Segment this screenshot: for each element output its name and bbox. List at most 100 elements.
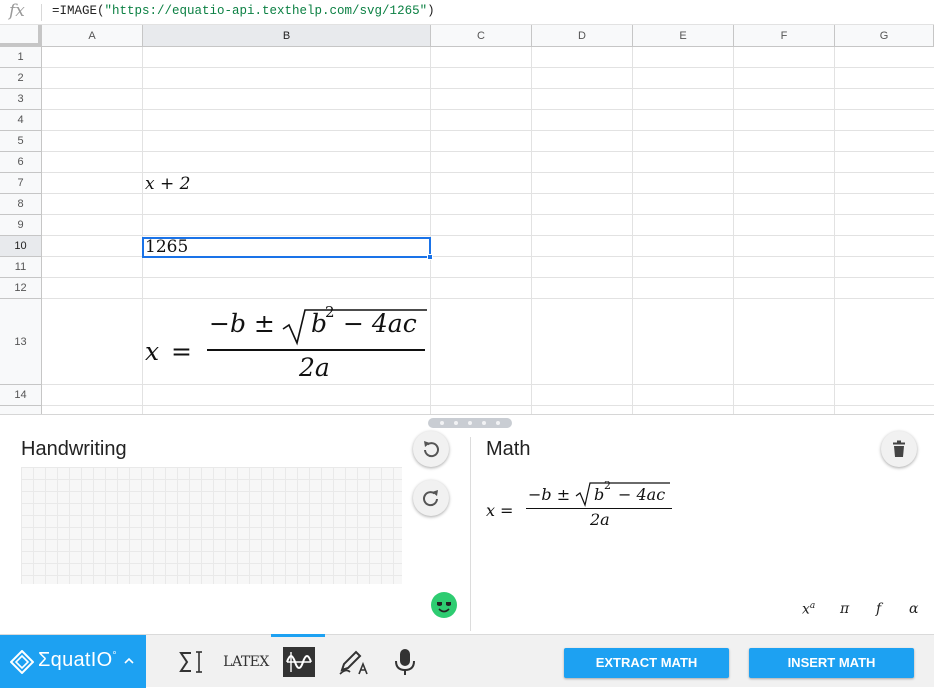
clear-math-button[interactable] [881,431,917,467]
cell-b7[interactable]: x + 2 [145,174,190,194]
equatio-editor-panel: Handwriting Math x = −b ± b 2 − 4ac 2a x… [0,414,934,634]
undo-icon [424,441,439,458]
preview-equals: = [500,501,514,520]
superscript-symbols-label: x [802,601,810,618]
extract-math-button[interactable]: EXTRACT MATH [564,648,729,678]
formula-input[interactable]: =IMAGE("https://equatio-api.texthelp.com… [52,4,435,18]
superscript-symbols-sup: a [809,601,816,611]
formula-prefix: =IMAGE( [52,4,105,18]
row-line [42,130,934,131]
preview-radicand-rest: − 4ac [618,485,666,504]
superscript-symbols-button[interactable]: xa [802,601,815,618]
panel-divider [470,437,471,631]
fill-handle[interactable] [427,254,433,260]
row-header-5[interactable]: 5 [0,131,42,152]
equation-radicand-rest: − 4ac [343,309,417,338]
fraction-bar [207,349,425,351]
row-header-11[interactable]: 11 [0,257,42,278]
equatio-brand-button[interactable]: ΣquatIO° [0,635,146,688]
column-line [733,47,734,414]
redo-button[interactable] [413,480,449,516]
function-symbols-button[interactable]: f [876,601,881,617]
row-header-1[interactable]: 1 [0,47,42,68]
insert-math-button[interactable]: INSERT MATH [749,648,914,678]
handwriting-title: Handwriting [21,438,127,460]
row-header-3[interactable]: 3 [0,89,42,110]
row-header-14[interactable]: 14 [0,385,42,406]
formula-suffix: ) [427,4,435,18]
smiley-icon[interactable] [431,592,457,618]
cell-b13[interactable]: x = −b ± b 2 − 4ac 2a [143,299,431,385]
row-header-7[interactable]: 7 [0,173,42,194]
math-input-tool-button[interactable] [172,635,212,688]
smiley-face-icon [437,602,451,613]
equation-lhs: x [145,337,160,366]
row-header-13[interactable]: 13 [0,299,42,385]
row-line [42,109,934,110]
equation-denominator: 2a [299,353,330,382]
column-header-e[interactable]: E [633,25,734,47]
microphone-icon [395,648,415,675]
undo-button[interactable] [413,431,449,467]
row-line [42,67,934,68]
handwriting-canvas[interactable] [21,467,402,584]
row-line [42,235,934,236]
equatio-brand-name: ΣquatIO° [38,649,117,672]
preview-numerator-prefix: −b ± [528,485,571,504]
equatio-logo-icon [10,650,34,674]
row-header-4[interactable]: 4 [0,110,42,131]
equatio-toolbar: ΣquatIO° LATEX EXTRACT MATH INSERT MATH [0,634,934,688]
column-header-b[interactable]: B [143,25,431,47]
column-header-a[interactable]: A [42,25,143,47]
speech-input-tool-button[interactable] [385,635,425,688]
equation-radicand-exponent: 2 [325,303,335,321]
equation-numerator-prefix: −b ± [209,309,275,338]
row-line [42,277,934,278]
drag-dot [482,421,486,425]
column-header-f[interactable]: F [734,25,835,47]
row-header-6[interactable]: 6 [0,152,42,173]
row-line [42,151,934,152]
row-header-9[interactable]: 9 [0,215,42,236]
column-line [531,47,532,414]
latex-tool-button[interactable]: LATEX [223,635,269,688]
column-header-g[interactable]: G [835,25,934,47]
math-preview[interactable]: x = −b ± b 2 − 4ac 2a [486,477,686,537]
row-header-12[interactable]: 12 [0,278,42,299]
drag-dot [454,421,458,425]
column-header-c[interactable]: C [431,25,532,47]
preview-denominator: 2a [590,510,610,529]
column-line [834,47,835,414]
graph-icon [283,646,315,677]
spreadsheet-grid[interactable]: A B C D E F G 1 2 3 4 5 6 7 8 9 10 11 12… [0,25,934,414]
panel-resize-handle[interactable] [428,418,512,428]
latex-icon: LATEX [223,653,269,670]
trash-icon [893,440,905,457]
formula-bar: fx =IMAGE("https://equatio-api.texthelp.… [0,0,934,25]
handwriting-tool-button[interactable] [334,635,374,688]
formula-url-string: "https://equatio-api.texthelp.com/svg/12… [104,4,428,18]
column-line [632,47,633,414]
row-header-8[interactable]: 8 [0,194,42,215]
drag-dot [496,421,500,425]
row-header-10[interactable]: 10 [0,236,42,257]
select-all-corner[interactable] [0,25,42,47]
preview-lhs: x [486,501,496,520]
preview-fraction-bar [526,508,672,509]
graph-tool-button[interactable] [271,634,325,688]
math-input-icon [179,650,202,673]
alpha-symbols-button[interactable]: α [909,601,918,617]
preview-radicand-exponent: 2 [604,479,611,492]
row-line [42,172,934,173]
row-header-15[interactable] [0,406,42,414]
handwriting-icon [339,650,368,675]
formula-bar-divider [41,4,42,21]
row-line [42,405,934,406]
brand-mark: ° [112,650,117,662]
row-line [42,214,934,215]
redo-icon [423,490,438,507]
column-header-d[interactable]: D [532,25,633,47]
row-header-2[interactable]: 2 [0,68,42,89]
active-cell-border [142,237,431,258]
greek-pi-symbols-button[interactable]: π [840,601,849,617]
